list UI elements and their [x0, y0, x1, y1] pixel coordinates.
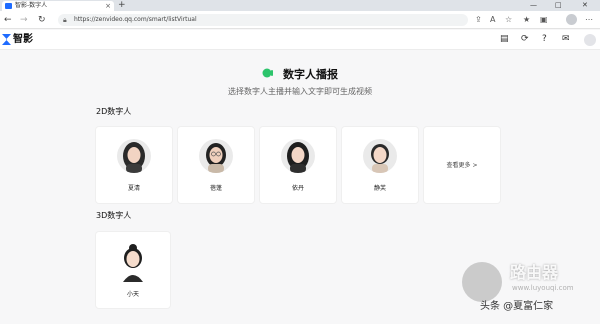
browser-toolbar: ← → ↻ 🔒︎ https://zenvideo.qq.com/smart/l… — [0, 11, 600, 29]
digital-human-icon — [262, 68, 273, 77]
back-icon[interactable]: ← — [4, 14, 12, 26]
watermark-author-text: 头条 @夏富仁家 — [480, 301, 554, 312]
avatar-card[interactable]: 夏清 — [96, 127, 172, 203]
collections-icon[interactable]: ▣ — [540, 14, 548, 26]
avatar-name: 夏清 — [127, 185, 140, 192]
avatar-card[interactable]: 依丹 — [260, 127, 336, 203]
app-logo-text[interactable]: 智影 — [13, 32, 33, 47]
avatar-portrait — [117, 139, 151, 173]
browser-tab-bar: 智影-数字人 × + — □ ✕ — [0, 0, 600, 11]
message-icon[interactable]: ✉ — [562, 33, 570, 46]
refresh-icon[interactable]: ↻ — [38, 14, 46, 26]
user-avatar-icon[interactable] — [584, 34, 596, 46]
page-title-row: 数字人播报 — [0, 63, 600, 82]
sync-icon[interactable]: ⟳ — [521, 33, 529, 46]
section-2d-label: 2D数字人 — [96, 107, 132, 116]
tab-close-icon[interactable]: × — [105, 1, 111, 11]
address-bar[interactable]: 🔒︎ https://zenvideo.qq.com/smart/listVir… — [58, 14, 468, 26]
avatar-portrait — [281, 139, 315, 173]
share-icon[interactable]: ⇪ — [475, 14, 482, 26]
new-tab-button[interactable]: + — [118, 0, 126, 11]
more-menu-icon[interactable]: ⋯ — [585, 14, 593, 26]
favorite-icon[interactable]: ☆ — [505, 14, 512, 26]
browser-tab[interactable]: 智影-数字人 × — [2, 1, 114, 11]
tab-favicon-icon — [5, 3, 12, 9]
view-more-link[interactable]: 查看更多 > — [424, 160, 500, 169]
avatar-card[interactable]: 小天 — [96, 232, 170, 308]
page-title: 数字人播报 — [283, 68, 339, 81]
clipboard-icon[interactable]: ▤ — [500, 33, 509, 46]
app-header: 智影 ▤ ⟳ ? ✉ — [0, 30, 600, 50]
avatar-name: 小天 — [126, 291, 139, 298]
url-text: https://zenvideo.qq.com/smart/listVirtua… — [74, 16, 197, 23]
page-subtitle: 选择数字人主播并输入文字即可生成视频 — [228, 87, 372, 96]
avatar-name: 蓓蓬 — [209, 185, 222, 192]
close-window-button[interactable]: ✕ — [582, 0, 588, 11]
maximize-button[interactable]: □ — [555, 0, 562, 11]
watermark-site-text: www.luyouqi.com — [512, 284, 574, 292]
avatar-name: 依丹 — [291, 185, 304, 192]
watermark-router-text: 路由器 — [510, 263, 559, 282]
watermark-logo-icon — [462, 262, 502, 302]
browser-profile-icon[interactable] — [566, 14, 577, 25]
avatar-portrait — [199, 139, 233, 173]
tab-title: 智影-数字人 — [15, 2, 48, 9]
avatar-card[interactable]: 蓓蓬 — [178, 127, 254, 203]
minimize-button[interactable]: — — [530, 0, 537, 11]
avatar-name: 静芙 — [373, 185, 386, 192]
section-3d-label: 3D数字人 — [96, 211, 132, 220]
forward-icon[interactable]: → — [20, 14, 28, 26]
lock-icon: 🔒︎ — [63, 16, 67, 24]
view-more-card[interactable]: 查看更多 > — [424, 127, 500, 203]
avatar-portrait — [363, 139, 397, 173]
logo-icon — [2, 34, 11, 45]
help-icon[interactable]: ? — [542, 33, 547, 46]
avatar-portrait — [123, 244, 143, 282]
favorites-list-icon[interactable]: ★ — [523, 14, 530, 26]
read-aloud-icon[interactable]: A — [490, 14, 495, 26]
avatar-card[interactable]: 静芙 — [342, 127, 418, 203]
